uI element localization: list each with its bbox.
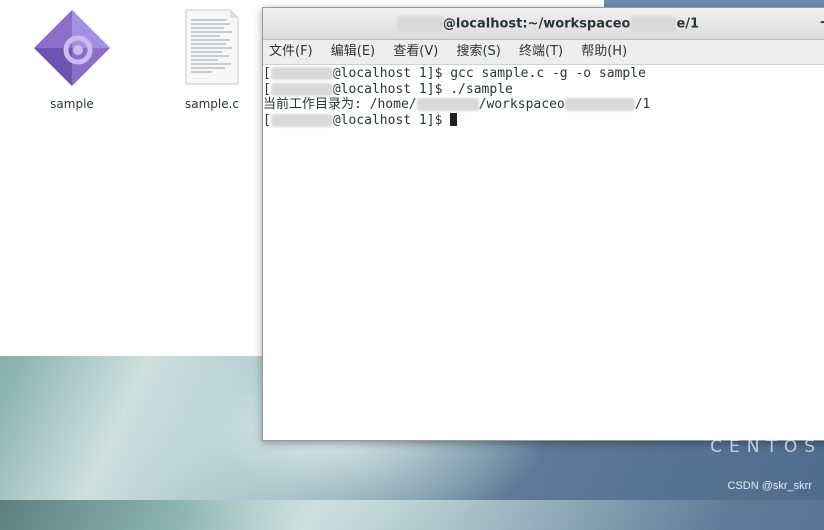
redacted-path — [564, 98, 635, 111]
terminal-line: 当前工作目录为: /home//workspaceo/1 — [263, 97, 651, 112]
menu-view[interactable]: 查看(V) — [393, 40, 438, 64]
file-label: sample.c — [184, 97, 240, 111]
redacted-username — [396, 16, 443, 32]
terminal-line: [@localhost 1]$ — [263, 112, 824, 129]
menu-file[interactable]: 文件(F) — [269, 40, 313, 64]
redacted-path — [630, 16, 677, 32]
text-document-icon — [185, 9, 239, 85]
terminal-output[interactable]: [@localhost 1]$ gcc sample.c -g -o sampl… — [263, 65, 824, 128]
menu-terminal[interactable]: 终端(T) — [519, 40, 563, 64]
redacted-username — [270, 67, 333, 80]
text-cursor — [450, 112, 458, 126]
centos-brand-text: CENTOS — [710, 437, 822, 457]
file-item-sample[interactable]: sample — [30, 8, 114, 111]
menu-search[interactable]: 搜索(S) — [456, 40, 500, 64]
window-control-icon[interactable]: – — [820, 14, 824, 30]
menu-help[interactable]: 帮助(H) — [581, 40, 627, 64]
terminal-window[interactable]: @localhost:~/workspaceoe/1 – 文件(F) 编辑(E)… — [262, 7, 824, 441]
terminal-line: [@localhost 1]$ ./sample — [263, 81, 513, 97]
redacted-username — [270, 82, 333, 96]
window-title: @localhost:~/workspaceo e/1 — [263, 16, 824, 32]
terminal-titlebar[interactable]: @localhost:~/workspaceoe/1 – — [263, 8, 824, 40]
executable-diamond-icon — [34, 10, 110, 86]
menu-edit[interactable]: 编辑(E) — [331, 40, 375, 64]
terminal-line: [@localhost 1]$ gcc sample.c -g -o sampl… — [263, 66, 646, 81]
file-item-sample-c[interactable]: sample.c — [170, 8, 254, 111]
redacted-username — [270, 113, 333, 127]
csdn-watermark: CSDN @skr_skrr — [727, 480, 813, 492]
redacted-username — [416, 98, 479, 111]
terminal-menubar: 文件(F) 编辑(E) 查看(V) 搜索(S) 终端(T) 帮助(H) — [263, 40, 824, 65]
file-label: sample — [50, 97, 94, 111]
